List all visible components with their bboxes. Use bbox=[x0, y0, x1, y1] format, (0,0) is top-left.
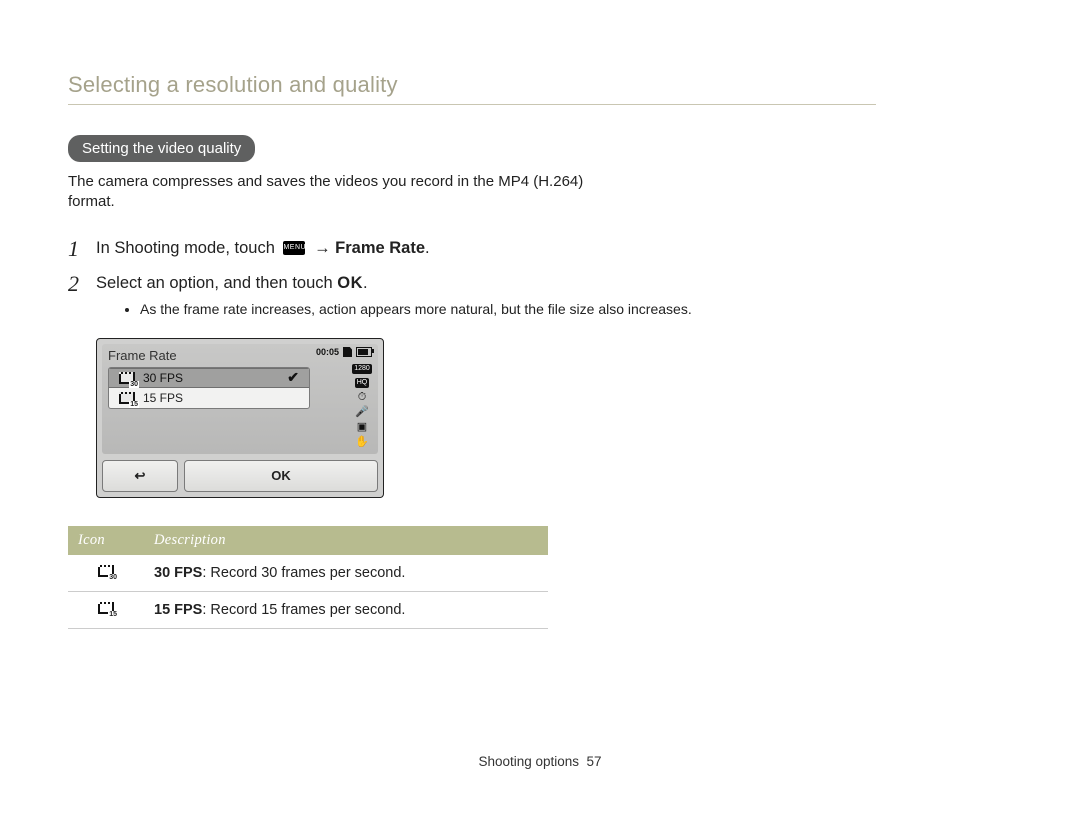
subsection-pill: Setting the video quality bbox=[68, 135, 255, 162]
section-underline bbox=[68, 104, 876, 105]
section-title: Selecting a resolution and quality bbox=[68, 72, 876, 98]
camera-screen: Frame Rate 00:05 1280 HQ ⏱ 🎤 ▣ ✋ 30 bbox=[96, 338, 384, 498]
step1-bold: Frame Rate bbox=[335, 239, 425, 257]
table-desc-cell: 30 FPS: Record 30 frames per second. bbox=[144, 555, 548, 592]
step1-prefix: In Shooting mode, touch bbox=[96, 239, 279, 257]
table-row: 30 30 FPS: Record 30 frames per second. bbox=[68, 555, 548, 592]
ok-icon: OK bbox=[337, 274, 363, 292]
ok-button[interactable]: OK bbox=[184, 460, 378, 492]
ois-icon: ✋ bbox=[355, 437, 369, 448]
footer-text: Shooting options bbox=[478, 754, 579, 769]
resolution-badge: 1280 bbox=[352, 364, 372, 374]
sd-card-icon bbox=[343, 347, 352, 357]
intro-text: The camera compresses and saves the vide… bbox=[68, 172, 588, 213]
description-table-body: 30 30 FPS: Record 30 frames per second. … bbox=[68, 555, 548, 629]
option-15fps[interactable]: 15 15 FPS bbox=[109, 388, 309, 408]
step-1: In Shooting mode, touch MENU → Frame Rat… bbox=[68, 237, 876, 261]
option-30fps-label: 30 FPS bbox=[143, 371, 183, 385]
th-description: Description bbox=[144, 526, 548, 555]
camera-status-bar: 00:05 bbox=[316, 347, 372, 357]
film-icon-30: 30 bbox=[119, 372, 135, 384]
step2-note: As the frame rate increases, action appe… bbox=[140, 300, 700, 320]
steps-list: In Shooting mode, touch MENU → Frame Rat… bbox=[68, 237, 876, 320]
step-2: Select an option, and then touch OK. As … bbox=[68, 272, 876, 320]
desc-bold: 30 FPS bbox=[154, 565, 202, 581]
framerate-options: 30 30 FPS ✔ 15 15 FPS bbox=[108, 367, 310, 409]
th-icon: Icon bbox=[68, 526, 144, 555]
metering-icon: ▣ bbox=[357, 422, 367, 433]
desc-rest: : Record 30 frames per second. bbox=[202, 565, 405, 581]
step1-arrow: → bbox=[314, 239, 335, 257]
film-sub: 30 bbox=[108, 574, 118, 581]
film-icon: 15 bbox=[98, 602, 114, 614]
battery-icon bbox=[356, 347, 372, 357]
step1-suffix: . bbox=[425, 239, 430, 257]
desc-rest: : Record 15 frames per second. bbox=[202, 602, 405, 618]
film-sub-15: 15 bbox=[129, 401, 139, 408]
option-15fps-label: 15 FPS bbox=[143, 391, 183, 405]
check-icon: ✔ bbox=[287, 369, 299, 386]
step2-notes: As the frame rate increases, action appe… bbox=[96, 300, 700, 320]
back-button[interactable]: ↩ bbox=[102, 460, 178, 492]
mic-icon: 🎤 bbox=[355, 407, 369, 418]
table-desc-cell: 15 FPS: Record 15 frames per second. bbox=[144, 591, 548, 628]
menu-icon: MENU bbox=[283, 241, 305, 255]
option-30fps[interactable]: 30 30 FPS ✔ bbox=[109, 368, 309, 388]
desc-bold: 15 FPS bbox=[154, 602, 202, 618]
page-footer: Shooting options 57 bbox=[0, 754, 1080, 769]
camera-screen-top: Frame Rate 00:05 1280 HQ ⏱ 🎤 ▣ ✋ 30 bbox=[102, 344, 378, 454]
table-icon-cell: 15 bbox=[68, 591, 144, 628]
camera-side-icons: 1280 HQ ⏱ 🎤 ▣ ✋ bbox=[352, 364, 372, 448]
record-time: 00:05 bbox=[316, 347, 339, 357]
description-table: Icon Description 30 30 FPS: Record 30 fr… bbox=[68, 526, 548, 629]
step2-suffix: . bbox=[363, 274, 368, 292]
footer-page: 57 bbox=[587, 754, 602, 769]
table-row: 15 15 FPS: Record 15 frames per second. bbox=[68, 591, 548, 628]
framerate-icon: ⏱ bbox=[358, 392, 367, 403]
page: Selecting a resolution and quality Setti… bbox=[0, 0, 944, 629]
film-sub-30: 30 bbox=[129, 381, 139, 388]
quality-badge: HQ bbox=[355, 378, 370, 388]
film-icon-15: 15 bbox=[119, 392, 135, 404]
film-icon: 30 bbox=[98, 565, 114, 577]
step2-prefix: Select an option, and then touch bbox=[96, 274, 337, 292]
film-sub: 15 bbox=[108, 611, 118, 618]
camera-screen-bottom: ↩ OK bbox=[102, 460, 378, 492]
table-icon-cell: 30 bbox=[68, 555, 144, 592]
